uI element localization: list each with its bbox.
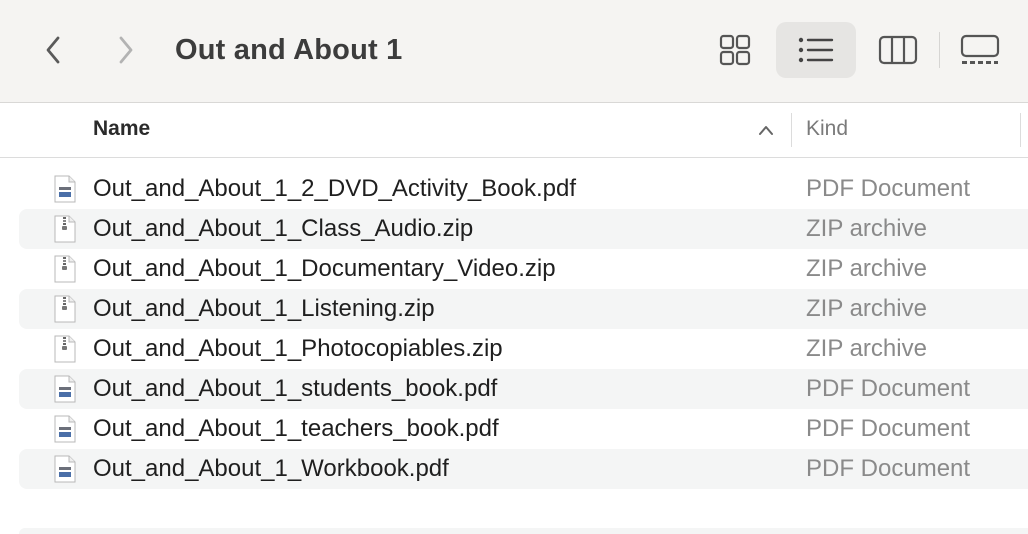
icon-view-button[interactable] — [695, 22, 775, 78]
file-name: Out_and_About_1_Class_Audio.zip — [93, 215, 474, 242]
zip-file-icon — [54, 335, 76, 363]
file-name: Out_and_About_1_2_DVD_Activity_Book.pdf — [93, 175, 576, 202]
file-name: Out_and_About_1_Photocopiables.zip — [93, 335, 503, 362]
file-row[interactable]: Out_and_About_1_teachers_book.pdf PDF Do… — [19, 409, 1028, 449]
file-row[interactable]: Out_and_About_1_Documentary_Video.zip ZI… — [19, 249, 1028, 289]
file-name: Out_and_About_1_teachers_book.pdf — [93, 415, 499, 442]
file-kind: PDF Document — [806, 175, 971, 202]
grid-icon — [719, 34, 751, 66]
list-view-button[interactable] — [776, 22, 856, 78]
file-kind: PDF Document — [806, 455, 971, 482]
pdf-file-icon — [54, 175, 76, 203]
back-button[interactable] — [36, 30, 72, 70]
file-row[interactable]: Out_and_About_1_Class_Audio.zip ZIP arch… — [19, 209, 1028, 249]
list-icon — [798, 37, 834, 63]
file-kind: PDF Document — [806, 375, 971, 402]
zip-file-icon — [54, 255, 76, 283]
columns-icon — [878, 35, 918, 65]
empty-row — [19, 528, 1028, 534]
gallery-view-button[interactable] — [940, 22, 1020, 78]
file-kind: ZIP archive — [806, 295, 927, 322]
file-name: Out_and_About_1_students_book.pdf — [93, 375, 498, 402]
pdf-file-icon — [54, 415, 76, 443]
window-title: Out and About 1 — [175, 34, 403, 66]
chevron-right-icon — [119, 36, 133, 64]
file-row[interactable]: Out_and_About_1_Photocopiables.zip ZIP a… — [19, 329, 1028, 369]
gallery-icon — [960, 34, 1000, 64]
pdf-file-icon — [54, 375, 76, 403]
chevron-up-icon[interactable] — [756, 122, 776, 138]
file-kind: ZIP archive — [806, 215, 927, 242]
file-name: Out_and_About_1_Listening.zip — [93, 295, 435, 322]
forward-button[interactable] — [107, 30, 143, 70]
column-divider[interactable] — [791, 113, 792, 147]
kind-column-header[interactable]: Kind — [806, 103, 848, 157]
file-kind: PDF Document — [806, 415, 971, 442]
file-kind: ZIP archive — [806, 255, 927, 282]
column-view-button[interactable] — [858, 22, 938, 78]
file-name: Out_and_About_1_Workbook.pdf — [93, 455, 449, 482]
name-column-header[interactable]: Name — [93, 103, 150, 157]
file-row[interactable]: Out_and_About_1_students_book.pdf PDF Do… — [19, 369, 1028, 409]
file-kind: ZIP archive — [806, 335, 927, 362]
chevron-left-icon — [46, 36, 60, 64]
file-row[interactable]: Out_and_About_1_Workbook.pdf PDF Documen… — [19, 449, 1028, 489]
pdf-file-icon — [54, 455, 76, 483]
toolbar: Out and About 1 — [0, 0, 1028, 103]
zip-file-icon — [54, 215, 76, 243]
zip-file-icon — [54, 295, 76, 323]
column-divider[interactable] — [1020, 113, 1021, 147]
column-header: Name Kind — [0, 103, 1028, 158]
file-name: Out_and_About_1_Documentary_Video.zip — [93, 255, 556, 282]
file-row[interactable]: Out_and_About_1_Listening.zip ZIP archiv… — [19, 289, 1028, 329]
file-row[interactable]: Out_and_About_1_2_DVD_Activity_Book.pdf … — [19, 169, 1028, 209]
